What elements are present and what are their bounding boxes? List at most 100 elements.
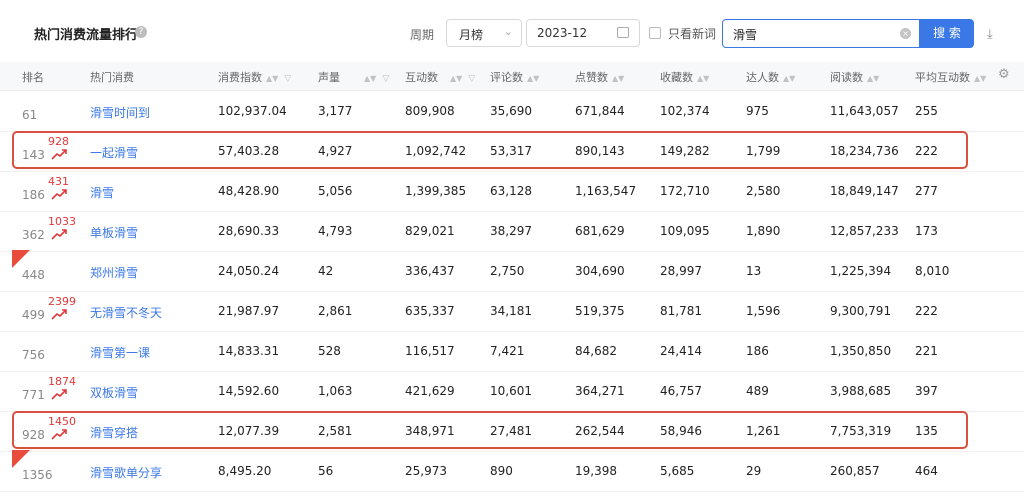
period-select-value: 月榜 <box>459 28 484 42</box>
volume-cell: 1,063 <box>318 384 353 398</box>
volume-cell: 2,861 <box>318 304 353 318</box>
creators-cell: 13 <box>746 264 762 278</box>
favorites-cell: 5,685 <box>660 464 695 478</box>
col-creators-label: 达人数 <box>746 71 779 84</box>
month-picker-value: 2023-12 <box>537 26 588 40</box>
filter-icon[interactable]: ▽ <box>468 74 475 84</box>
sort-icon[interactable]: ▲▼ <box>527 74 539 83</box>
sort-icon[interactable]: ▲▼ <box>783 74 795 83</box>
trend-up-icon <box>51 189 67 200</box>
table-row[interactable]: NEW 448 郑州滑雪 24,050.24 42 336,437 2,750 304,690… <box>0 247 1024 292</box>
comments-cell: 10,601 <box>490 384 532 398</box>
table-row[interactable]: 362 1033 单板滑雪 28,690.33 4,793 829,021 38,297… <box>0 211 1024 252</box>
col-comments[interactable]: 评论数 ▲▼ <box>490 69 539 85</box>
keyword-link[interactable]: 滑雪第一课 <box>90 344 150 361</box>
sort-icon[interactable]: ▲▼ <box>867 74 879 83</box>
consumption-index-cell: 28,690.33 <box>218 224 280 238</box>
interactions-cell: 421,629 <box>405 384 455 398</box>
col-creators[interactable]: 达人数 ▲▼ <box>746 69 795 85</box>
volume-cell: 3,177 <box>318 104 353 118</box>
likes-cell: 84,682 <box>575 344 617 358</box>
col-favorites[interactable]: 收藏数 ▲▼ <box>660 69 709 85</box>
download-icon[interactable]: ⤓ <box>987 27 993 42</box>
sort-icon[interactable]: ▲▼ <box>266 74 278 83</box>
col-reads[interactable]: 阅读数 ▲▼ <box>830 69 879 85</box>
interactions-cell: 116,517 <box>405 344 455 358</box>
avg-interactions-cell: 222 <box>915 304 938 318</box>
col-volume[interactable]: 声量 ▲▼ ▽ <box>318 69 389 85</box>
rank-change-value: 1874 <box>48 375 76 388</box>
reads-cell: 18,849,147 <box>830 184 899 198</box>
consumption-index-cell: 24,050.24 <box>218 264 280 278</box>
rank-cell: 771 <box>22 388 45 402</box>
reads-cell: 260,857 <box>830 464 880 478</box>
filter-icon[interactable]: ▽ <box>382 74 389 84</box>
comments-cell: 7,421 <box>490 344 525 358</box>
comments-cell: 63,128 <box>490 184 532 198</box>
period-select[interactable]: 月榜 ⌄ <box>446 19 522 47</box>
volume-cell: 42 <box>318 264 334 278</box>
likes-cell: 671,844 <box>575 104 625 118</box>
only-new-label[interactable]: 只看新词 <box>668 25 716 42</box>
col-avg-label: 平均互动数 <box>915 71 970 84</box>
only-new-checkbox[interactable] <box>649 27 661 39</box>
consumption-index-cell: 48,428.90 <box>218 184 280 198</box>
col-likes-label: 点赞数 <box>575 71 608 84</box>
likes-cell: 1,163,547 <box>575 184 637 198</box>
favorites-cell: 109,095 <box>660 224 710 238</box>
search-button[interactable]: 搜 索 <box>920 19 974 48</box>
sort-icon[interactable]: ▲▼ <box>612 74 624 83</box>
table-row[interactable]: NEW 1356 滑雪歌单分享 8,495.20 56 25,973 890 19,398 5,… <box>0 447 1024 492</box>
sort-icon[interactable]: ▲▼ <box>697 74 709 83</box>
consumption-index-cell: 8,495.20 <box>218 464 272 478</box>
keyword-link[interactable]: 滑雪 <box>90 184 114 201</box>
creators-cell: 489 <box>746 384 769 398</box>
sort-icon[interactable]: ▲▼ <box>974 74 986 83</box>
keyword-link[interactable]: 滑雪时间到 <box>90 104 150 121</box>
table-row[interactable]: 499 2399 无滑雪不冬天 21,987.97 2,861 635,337 34,1… <box>0 291 1024 332</box>
sort-icon[interactable]: ▲▼ <box>450 74 462 83</box>
avg-interactions-cell: 397 <box>915 384 938 398</box>
gear-icon[interactable]: ⚙ <box>998 67 1010 82</box>
table-row[interactable]: 186 431 滑雪 48,428.90 5,056 1,399,385 63,128 1… <box>0 171 1024 212</box>
rank-trend: 1033 <box>48 215 78 245</box>
keyword-link[interactable]: 无滑雪不冬天 <box>90 304 162 321</box>
creators-cell: 1,596 <box>746 304 781 318</box>
interactions-cell: 635,337 <box>405 304 455 318</box>
keyword-link[interactable]: 滑雪歌单分享 <box>90 464 162 481</box>
col-avg-interactions[interactable]: 平均互动数 ▲▼ <box>915 69 986 85</box>
favorites-cell: 102,374 <box>660 104 710 118</box>
table-row[interactable]: 756 滑雪第一课 14,833.31 528 116,517 7,421 84,682 24… <box>0 331 1024 372</box>
col-reads-label: 阅读数 <box>830 71 863 84</box>
row-highlight-box <box>12 411 968 449</box>
creators-cell: 2,580 <box>746 184 781 198</box>
col-interactions[interactable]: 互动数 ▲▼ ▽ <box>405 69 475 85</box>
likes-cell: 304,690 <box>575 264 625 278</box>
consumption-index-cell: 102,937.04 <box>218 104 287 118</box>
page-title: 热门消费流量排行 <box>34 28 139 43</box>
search-box[interactable]: × <box>722 19 920 48</box>
sort-icon[interactable]: ▲▼ <box>364 74 376 83</box>
rank-trend: 2399 <box>48 295 78 325</box>
filter-icon[interactable]: ▽ <box>284 74 291 84</box>
keyword-link[interactable]: 单板滑雪 <box>90 224 138 241</box>
keyword-link[interactable]: 郑州滑雪 <box>90 264 138 281</box>
volume-cell: 5,056 <box>318 184 353 198</box>
col-likes[interactable]: 点赞数 ▲▼ <box>575 69 624 85</box>
clear-icon[interactable]: × <box>900 28 911 39</box>
rank-change-value: 2399 <box>48 295 76 308</box>
table-row[interactable]: 771 1874 双板滑雪 14,592.60 1,063 421,629 10,601… <box>0 371 1024 412</box>
reads-cell: 12,857,233 <box>830 224 899 238</box>
keyword-link[interactable]: 双板滑雪 <box>90 384 138 401</box>
col-index[interactable]: 消费指数 ▲▼ ▽ <box>218 69 291 85</box>
favorites-cell: 28,997 <box>660 264 702 278</box>
creators-cell: 975 <box>746 104 769 118</box>
rank-cell: 1356 <box>22 468 53 482</box>
month-picker[interactable]: 2023-12 <box>526 19 640 47</box>
table-row[interactable]: 61 滑雪时间到 102,937.04 3,177 809,908 35,690 671,8… <box>0 91 1024 132</box>
interactions-cell: 809,908 <box>405 104 455 118</box>
help-icon[interactable]: ? <box>135 26 147 38</box>
search-input[interactable] <box>731 24 895 45</box>
consumption-index-cell: 14,592.60 <box>218 384 280 398</box>
rank-change-value: 1033 <box>48 215 76 228</box>
